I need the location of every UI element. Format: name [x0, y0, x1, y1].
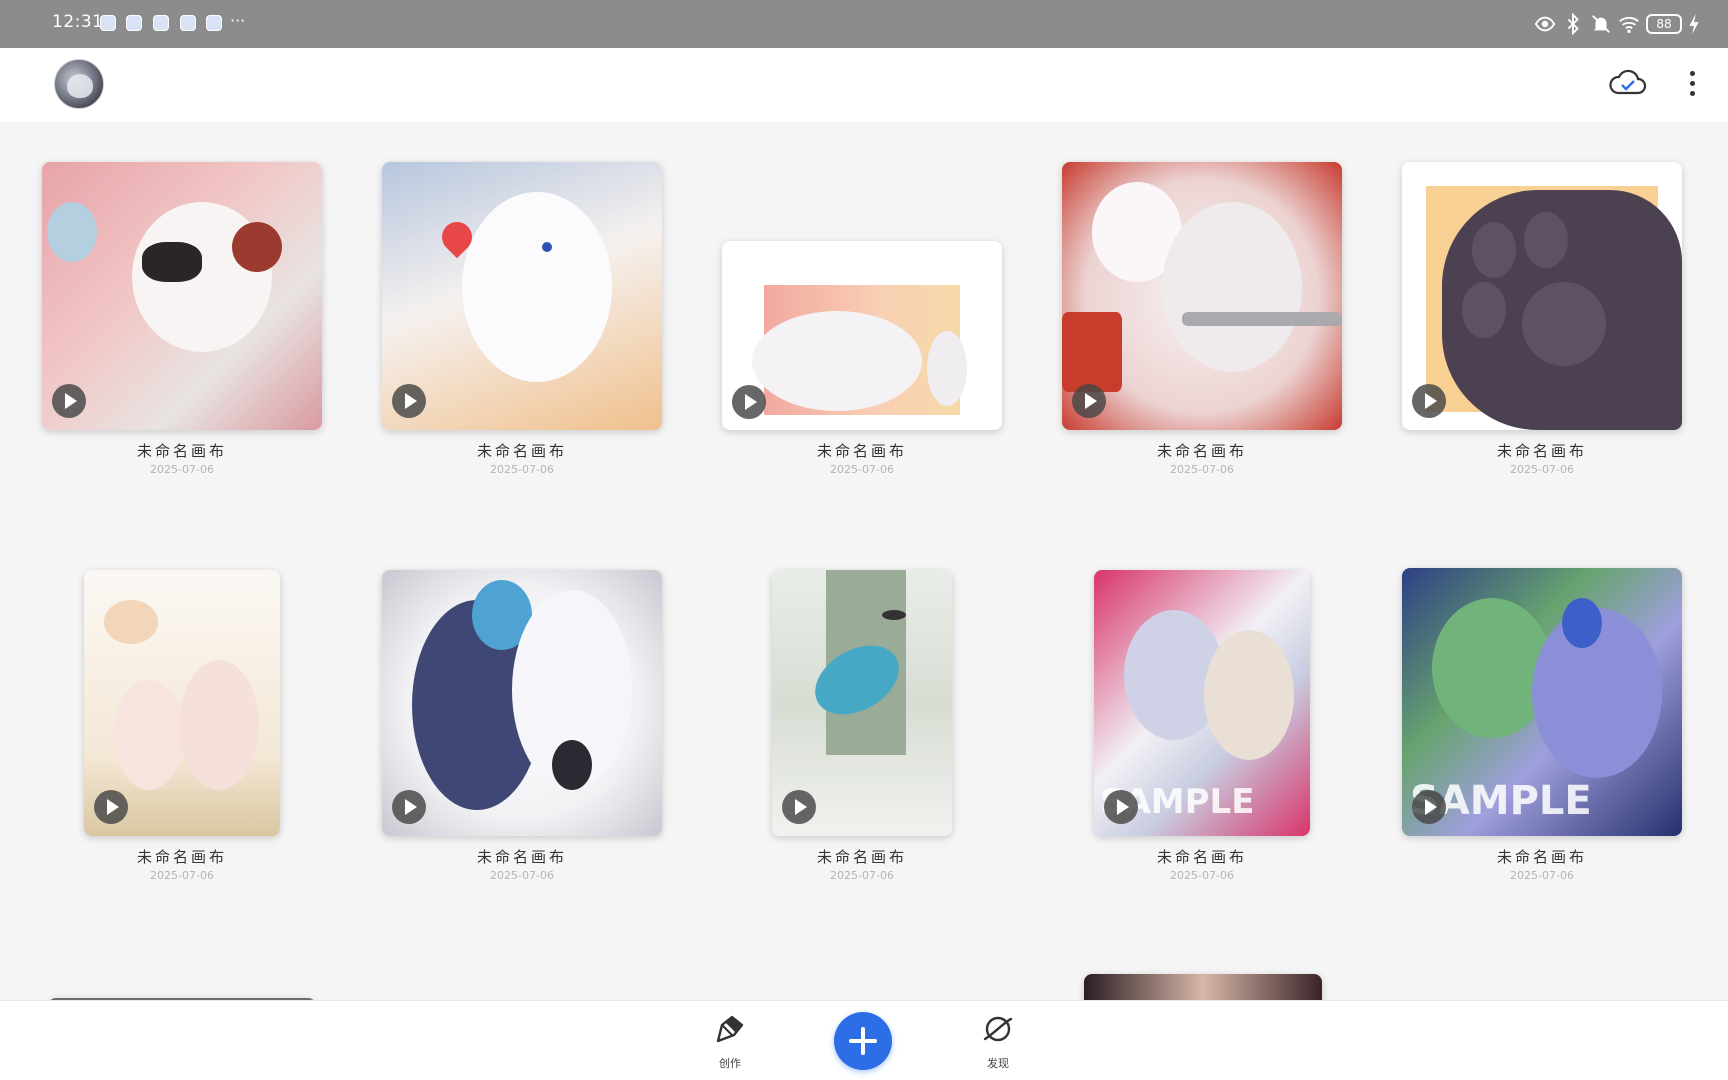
canvas-title: 未命名画布 [1496, 442, 1587, 460]
canvas-title: 未命名画布 [1496, 848, 1587, 866]
notification-icon [180, 15, 196, 31]
notification-icon [100, 15, 116, 31]
bluetooth-icon [1567, 13, 1579, 35]
play-icon[interactable] [1072, 384, 1106, 418]
canvas-thumbnail[interactable] [382, 162, 662, 430]
play-icon[interactable] [392, 384, 426, 418]
canvas-date: 2025-07-06 [150, 463, 214, 476]
nav-discover-label: 发现 [987, 1057, 1009, 1070]
more-notifications-icon: ··· [230, 11, 246, 30]
user-avatar[interactable] [54, 59, 104, 109]
canvas-date: 2025-07-06 [1170, 869, 1234, 882]
canvas-date: 2025-07-06 [830, 869, 894, 882]
play-icon[interactable] [94, 790, 128, 824]
canvas-thumbnail[interactable] [42, 162, 322, 430]
pen-nib-icon [716, 1015, 744, 1043]
play-icon[interactable] [1412, 384, 1446, 418]
canvas-title: 未命名画布 [136, 442, 227, 460]
canvas-date: 2025-07-06 [1170, 463, 1234, 476]
status-bar: 12:31 ··· 88 [0, 0, 1728, 48]
play-icon[interactable] [732, 385, 766, 419]
charging-icon [1689, 13, 1699, 35]
canvas-thumbnail[interactable] [772, 570, 952, 836]
nav-create-label: 创作 [719, 1057, 741, 1070]
play-icon[interactable] [1104, 790, 1138, 824]
play-icon[interactable] [392, 790, 426, 824]
play-icon[interactable] [1412, 790, 1446, 824]
canvas-thumbnail[interactable]: SAMPLE [1094, 570, 1310, 836]
canvas-title: 未命名画布 [816, 442, 907, 460]
canvas-thumbnail[interactable] [1402, 162, 1682, 430]
canvas-title: 未命名画布 [1156, 442, 1247, 460]
canvas-title: 未命名画布 [1156, 848, 1247, 866]
play-icon[interactable] [52, 384, 86, 418]
notification-icon [126, 15, 142, 31]
notification-icon [153, 15, 169, 31]
nav-create[interactable]: 创作 [700, 1011, 760, 1071]
canvas-date: 2025-07-06 [830, 463, 894, 476]
canvas-date: 2025-07-06 [1510, 463, 1574, 476]
mute-bell-icon [1592, 15, 1610, 33]
canvas-date: 2025-07-06 [490, 463, 554, 476]
canvas-thumbnail[interactable] [382, 570, 662, 836]
more-vertical-icon[interactable] [1680, 68, 1704, 102]
canvas-gallery: 未命名画布 2025-07-06 未命名画布 2025-07-06 未命名画布 … [0, 122, 1728, 1000]
canvas-thumbnail[interactable] [722, 241, 1002, 430]
canvas-title: 未命名画布 [816, 848, 907, 866]
cloud-sync-check-icon[interactable] [1608, 66, 1648, 102]
battery-indicator: 88 [1646, 14, 1682, 34]
status-time: 12:31 [52, 12, 104, 32]
canvas-thumbnail[interactable]: SAMPLE [1402, 568, 1682, 836]
add-canvas-button[interactable] [834, 1012, 892, 1070]
canvas-date: 2025-07-06 [1510, 869, 1574, 882]
canvas-title: 未命名画布 [136, 848, 227, 866]
planet-icon [983, 1016, 1013, 1042]
notification-icon [206, 15, 222, 31]
canvas-thumbnail[interactable] [84, 570, 280, 836]
eye-icon [1534, 16, 1556, 32]
canvas-title: 未命名画布 [476, 848, 567, 866]
canvas-title: 未命名画布 [476, 442, 567, 460]
canvas-thumbnail[interactable] [1062, 162, 1342, 430]
bottom-navigation: 创作 发现 [0, 1000, 1728, 1080]
canvas-date: 2025-07-06 [490, 869, 554, 882]
canvas-thumbnail[interactable] [1084, 974, 1322, 1000]
wifi-icon [1619, 16, 1639, 33]
canvas-date: 2025-07-06 [150, 869, 214, 882]
play-icon[interactable] [782, 790, 816, 824]
nav-discover[interactable]: 发现 [968, 1011, 1028, 1071]
top-app-bar [0, 48, 1728, 122]
